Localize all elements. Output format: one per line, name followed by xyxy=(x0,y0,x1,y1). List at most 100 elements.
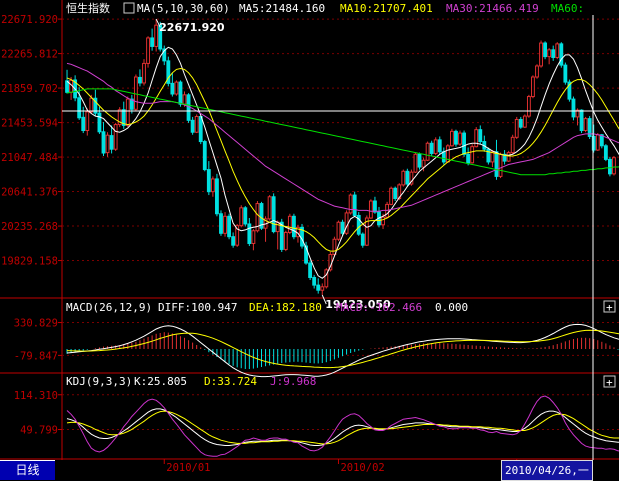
candle-body xyxy=(510,136,515,154)
candle-body xyxy=(223,215,227,234)
candle-body xyxy=(194,116,199,133)
candle-body xyxy=(449,130,454,147)
kdj-k: K:25.805 xyxy=(134,375,187,388)
candle-body xyxy=(243,207,248,225)
candle-body xyxy=(429,142,434,154)
candle-body xyxy=(373,200,377,213)
candle-body xyxy=(458,132,462,145)
candle-body xyxy=(336,221,341,240)
candle-body xyxy=(348,194,353,214)
candle-body xyxy=(133,76,138,110)
price-extreme-label: 22671.920 xyxy=(159,21,225,34)
candle-body xyxy=(551,49,556,58)
macd-zero: 0.000 xyxy=(435,301,468,314)
candle-body xyxy=(210,178,215,193)
x-tick-label: 2010/01 xyxy=(166,462,210,474)
y-tick-label: 19829.158 xyxy=(1,256,58,268)
y-tick-label: 21859.702 xyxy=(1,83,58,95)
candle-body xyxy=(498,153,503,177)
candle-body xyxy=(608,158,612,175)
candle-body xyxy=(494,151,499,177)
candle-body xyxy=(352,194,357,216)
candle-body xyxy=(227,215,232,238)
candle-body xyxy=(417,153,422,168)
candle-body xyxy=(425,142,430,161)
candle-body xyxy=(595,134,600,151)
macd-label: MACD(26,12,9) xyxy=(66,301,152,314)
candle-body xyxy=(312,276,317,286)
y-tick-label: 21047.484 xyxy=(1,152,58,164)
candle-body xyxy=(308,262,313,278)
candle-body xyxy=(275,221,280,233)
y-tick-label: 22671.920 xyxy=(1,14,58,26)
candle-body xyxy=(543,42,548,58)
candle-body xyxy=(514,118,519,138)
y-tick-label: -79.847 xyxy=(14,350,58,362)
candle-body xyxy=(198,116,203,143)
candle-body xyxy=(271,196,276,233)
y-tick-label: 20641.376 xyxy=(1,187,58,199)
candle-body xyxy=(81,116,86,132)
candle-body xyxy=(393,187,398,199)
macd-dea: DEA:182.180 xyxy=(249,301,322,314)
candle-body xyxy=(215,178,219,215)
candle-body xyxy=(170,82,175,95)
candle-body xyxy=(437,139,442,153)
stock-chart[interactable]: 22671.920 22265.812 21859.702 21453.594 2104… xyxy=(0,0,619,480)
candle-body xyxy=(433,139,438,154)
candle-body xyxy=(441,151,446,163)
candle-body xyxy=(518,118,523,128)
candle-body xyxy=(150,37,155,47)
y-tick-label: 114.310 xyxy=(14,390,58,402)
candle-body xyxy=(283,231,288,250)
candle-body xyxy=(603,145,608,160)
kdj-j: J:9.968 xyxy=(270,375,316,388)
cursor-date-label: 2010/04/26,一 xyxy=(501,460,593,481)
candle-body xyxy=(85,111,90,132)
candle-body xyxy=(340,221,345,234)
candle-body xyxy=(231,236,236,246)
candle-body xyxy=(138,76,142,84)
candle-body xyxy=(474,129,479,148)
candle-body xyxy=(531,76,535,98)
ma60-value: MA60: xyxy=(551,2,584,15)
candle-body xyxy=(462,132,466,155)
candle-body xyxy=(506,152,511,162)
macd-diff: DIFF:100.947 xyxy=(158,301,237,314)
ma30-value: MA30:21466.419 xyxy=(446,2,539,15)
candle-body xyxy=(421,159,426,168)
candle-body xyxy=(291,215,296,238)
macd-value: MACD:-162.466 xyxy=(336,301,422,314)
x-tick-label: 2010/02 xyxy=(340,462,384,474)
candle-body xyxy=(202,141,207,171)
candle-body xyxy=(466,153,471,164)
candle-body xyxy=(178,81,183,105)
period-tab-daily[interactable]: 日线 xyxy=(0,460,55,480)
candle-body xyxy=(401,170,406,186)
candle-body xyxy=(478,129,483,143)
candle-body xyxy=(405,170,410,185)
candle-body xyxy=(146,37,150,64)
candle-body xyxy=(413,153,418,173)
plus-icon: + xyxy=(606,376,613,389)
candle-body xyxy=(571,98,576,118)
candle-body xyxy=(559,43,564,66)
candle-body xyxy=(267,196,272,220)
candle-body xyxy=(555,43,560,58)
candle-body xyxy=(89,97,94,113)
candle-body xyxy=(190,119,195,133)
candle-body xyxy=(368,200,373,219)
candle-body xyxy=(454,130,458,145)
candle-body xyxy=(563,64,568,83)
candle-body xyxy=(316,284,321,291)
candle-body xyxy=(182,94,187,105)
kdj-label: KDJ(9,3,3) xyxy=(66,375,132,388)
candle-body xyxy=(535,65,539,78)
candle-body xyxy=(247,223,252,244)
candle-body xyxy=(125,98,130,126)
candle-body xyxy=(174,81,179,95)
candle-body xyxy=(142,62,146,84)
candle-body xyxy=(154,24,159,47)
candle-body xyxy=(360,233,365,246)
y-tick-label: 20235.268 xyxy=(1,221,58,233)
